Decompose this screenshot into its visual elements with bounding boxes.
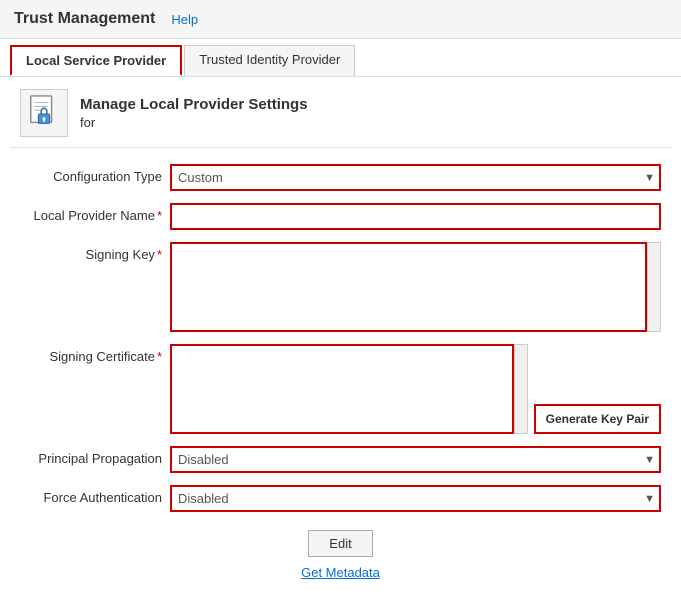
signing-key-row: Signing Key* [20,242,661,332]
signing-key-control [170,242,661,332]
force-authentication-control: Disabled ▼ [170,485,661,512]
section-title: Manage Local Provider Settings [80,96,308,113]
force-authentication-row: Force Authentication Disabled ▼ [20,485,661,512]
section-text: Manage Local Provider Settings for [80,96,308,130]
document-lock-icon [28,95,60,131]
help-link[interactable]: Help [171,12,198,27]
provider-icon [20,89,68,137]
signing-key-scrollbar[interactable] [647,242,661,332]
signing-cert-control [170,344,528,434]
config-type-row: Configuration Type Custom ▼ [20,164,661,191]
section-subtitle: for [80,115,308,130]
edit-button-wrap: Edit [20,530,661,557]
config-type-select-wrapper: Custom ▼ [170,164,661,191]
config-type-label: Configuration Type [20,164,170,184]
main-content: Manage Local Provider Settings for Confi… [0,77,681,600]
signing-cert-row: Signing Certificate* Generate Key Pair [20,344,661,434]
signing-cert-form-part: Signing Certificate* [20,344,528,434]
signing-cert-label: Signing Certificate* [20,344,170,364]
get-metadata-link[interactable]: Get Metadata [20,565,661,580]
force-authentication-select-wrapper: Disabled ▼ [170,485,661,512]
section-header: Manage Local Provider Settings for [10,77,671,148]
principal-propagation-select[interactable]: Disabled [170,446,661,473]
local-provider-name-row: Local Provider Name* [20,203,661,230]
app-title: Trust Management [14,10,155,28]
config-type-control: Custom ▼ [170,164,661,191]
edit-button[interactable]: Edit [308,530,372,557]
required-star: * [157,208,162,223]
force-authentication-label: Force Authentication [20,485,170,505]
app-header: Trust Management Help [0,0,681,39]
local-provider-label: Local Provider Name* [20,203,170,223]
signing-cert-required-star: * [157,349,162,364]
principal-propagation-select-wrapper: Disabled ▼ [170,446,661,473]
tab-bar: Local Service Provider Trusted Identity … [0,39,681,77]
local-provider-name-control [170,203,661,230]
local-provider-name-input[interactable] [170,203,661,230]
signing-key-textarea[interactable] [170,242,647,332]
principal-propagation-control: Disabled ▼ [170,446,661,473]
settings-form: Configuration Type Custom ▼ Local Provid… [10,164,671,580]
tab-local-service-provider[interactable]: Local Service Provider [10,45,182,76]
signing-key-label: Signing Key* [20,242,170,262]
signing-cert-textarea[interactable] [170,344,514,434]
generate-key-pair-button[interactable]: Generate Key Pair [534,404,661,434]
principal-propagation-label: Principal Propagation [20,446,170,466]
tab-trusted-identity-provider[interactable]: Trusted Identity Provider [184,45,355,76]
signing-key-required-star: * [157,247,162,262]
signing-cert-scrollbar[interactable] [514,344,528,434]
config-type-select[interactable]: Custom [170,164,661,191]
force-authentication-select[interactable]: Disabled [170,485,661,512]
principal-propagation-row: Principal Propagation Disabled ▼ [20,446,661,473]
